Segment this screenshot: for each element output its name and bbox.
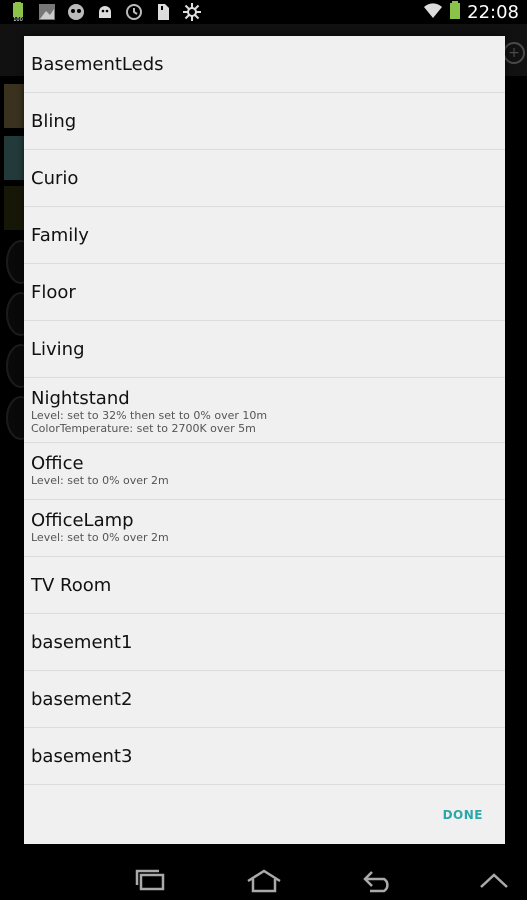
scene-name: Office: [31, 453, 84, 474]
navigation-bar: [0, 860, 527, 900]
home-icon[interactable]: [244, 868, 284, 894]
menu-up-icon[interactable]: [474, 868, 514, 894]
scene-name: basement2: [31, 688, 133, 710]
scene-item[interactable]: basement2: [24, 671, 505, 728]
scene-detail: ColorTemperature: set to 2700K over 5m: [31, 422, 256, 435]
scene-name: Living: [31, 338, 85, 360]
wifi-icon: [423, 1, 443, 23]
scene-list: BasementLeds Bling Curio Family Floor Living N…: [24, 36, 505, 785]
recent-apps-icon[interactable]: [130, 868, 170, 894]
back-icon[interactable]: [358, 868, 398, 894]
scene-name: Bling: [31, 110, 77, 132]
android-debug-icon: [95, 2, 115, 22]
clock-icon: [124, 2, 144, 22]
scene-name: OfficeLamp: [31, 510, 134, 531]
android-icon: [66, 2, 86, 22]
scene-item[interactable]: BasementLeds: [24, 36, 505, 93]
scene-picker-dialog: BasementLeds Bling Curio Family Floor Living N…: [24, 36, 505, 844]
done-button[interactable]: DONE: [443, 808, 483, 822]
scene-detail: Level: set to 32% then set to 0% over 10…: [31, 409, 268, 422]
scene-item[interactable]: Family: [24, 207, 505, 264]
scene-name: BasementLeds: [31, 53, 164, 75]
battery-icon: [449, 0, 461, 24]
scene-item[interactable]: Floor: [24, 264, 505, 321]
scene-item[interactable]: TV Room: [24, 557, 505, 614]
settings-gear-icon: [182, 2, 202, 22]
status-clock: 22:08: [467, 1, 519, 23]
scene-item[interactable]: Curio: [24, 150, 505, 207]
image-icon: [37, 2, 57, 22]
scene-item[interactable]: OfficeLamp Level: set to 0% over 2m: [24, 500, 505, 557]
scene-detail: Level: set to 0% over 2m: [31, 474, 169, 487]
battery-100-icon: 100: [8, 2, 28, 22]
scene-item[interactable]: Bling: [24, 93, 505, 150]
scene-name: basement1: [31, 631, 133, 653]
scene-name: TV Room: [31, 574, 112, 596]
scene-item[interactable]: basement3: [24, 728, 505, 785]
sd-card-icon: [153, 2, 173, 22]
scene-name: Nightstand: [31, 388, 130, 409]
scene-name: Family: [31, 224, 89, 246]
svg-text:100: 100: [13, 17, 23, 22]
scene-name: basement3: [31, 745, 133, 767]
scene-item[interactable]: Nightstand Level: set to 32% then set to …: [24, 378, 505, 443]
scene-item[interactable]: basement1: [24, 614, 505, 671]
scene-detail: Level: set to 0% over 2m: [31, 531, 169, 544]
scene-name: Floor: [31, 281, 76, 303]
scene-item[interactable]: Office Level: set to 0% over 2m: [24, 443, 505, 500]
status-bar: 100 22:08: [0, 0, 527, 24]
scene-name: Curio: [31, 167, 79, 189]
scene-item[interactable]: Living: [24, 321, 505, 378]
